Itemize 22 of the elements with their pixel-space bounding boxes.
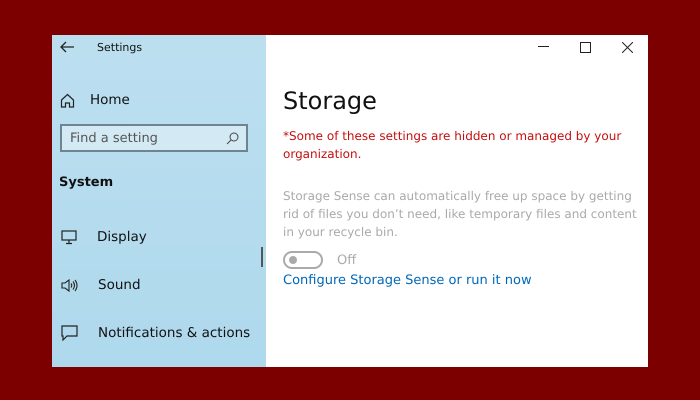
scrollbar[interactable] <box>261 247 263 267</box>
nav-item[interactable]: Sound <box>57 272 266 298</box>
monitor-icon <box>61 230 77 244</box>
home-icon[interactable] <box>60 92 75 108</box>
configure-link[interactable]: Configure Storage Sense or run it now <box>283 273 532 288</box>
minimize-icon[interactable] <box>538 46 548 48</box>
maximize-icon[interactable] <box>580 42 590 52</box>
nav-item[interactable]: Notifications & actions <box>57 320 266 346</box>
message-icon <box>61 325 78 341</box>
toggle-label: Off <box>337 252 356 268</box>
page-title: Storage <box>283 87 378 115</box>
description-text: Storage Sense can automatically free up space by getting rid of files you don’t need, like temporary files and content in your recycle bin. <box>283 188 638 241</box>
nav-item[interactable]: Display <box>57 224 266 250</box>
close-icon[interactable] <box>622 42 632 52</box>
search-icon[interactable] <box>226 132 239 145</box>
search-field[interactable]: Find a setting <box>60 124 248 152</box>
speaker-icon <box>61 278 78 292</box>
section-heading: System <box>59 175 114 190</box>
window-title: Settings <box>97 40 142 54</box>
policy-notice: *Some of these settings are hidden or managed by your organization. <box>283 128 622 163</box>
home-link[interactable]: Home <box>90 92 130 108</box>
back-icon[interactable] <box>59 41 75 53</box>
